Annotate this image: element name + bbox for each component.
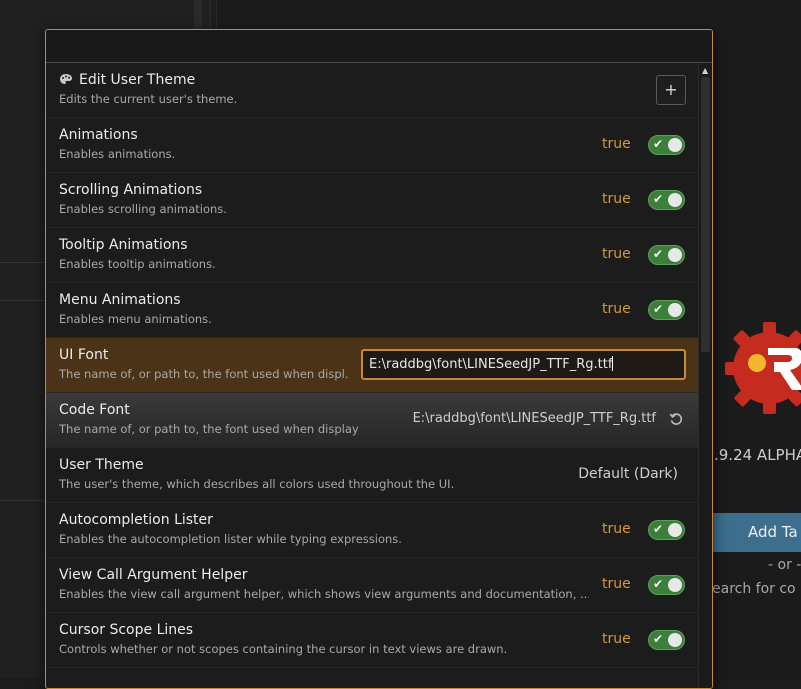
menu-animations-toggle[interactable]: ✔ xyxy=(648,300,685,320)
toggle-knob xyxy=(668,523,682,537)
setting-description: The name of, or path to, the font used w… xyxy=(59,367,349,381)
check-icon: ✔ xyxy=(653,247,664,261)
setting-title: Tooltip Animations xyxy=(59,237,188,253)
setting-title: UI Font xyxy=(59,347,109,363)
ui-font-input[interactable]: E:\raddbg\font\LINESeedJP_TTF_Rg.ttf xyxy=(361,349,686,380)
settings-scrollbar[interactable]: ▲ xyxy=(698,63,712,688)
setting-row-edit-user-theme[interactable]: Edit User Theme Edits the current user's… xyxy=(46,63,698,118)
setting-description: Controls whether or not scopes containin… xyxy=(59,642,508,656)
scrollbar-thumb[interactable] xyxy=(701,77,710,352)
check-icon: ✔ xyxy=(653,137,664,151)
setting-description: Enables the view call argument helper, w… xyxy=(59,587,589,601)
toggle-knob xyxy=(668,248,682,262)
settings-search-input[interactable] xyxy=(46,30,712,63)
left-panel-divider xyxy=(0,262,46,263)
left-panel-divider xyxy=(0,500,46,501)
add-theme-button[interactable]: + xyxy=(656,75,686,105)
raddbg-logo-icon xyxy=(725,322,801,414)
toggle-knob xyxy=(668,193,682,207)
setting-title: Edit User Theme xyxy=(59,72,195,88)
toggle-knob xyxy=(668,633,682,647)
text-caret xyxy=(612,356,614,371)
toggle-knob xyxy=(668,138,682,152)
left-panel-divider xyxy=(0,300,46,301)
setting-value-label: true xyxy=(602,521,631,537)
setting-row-animations[interactable]: Animations Enables animations. true ✔ xyxy=(46,118,698,173)
add-target-button[interactable]: Add Ta xyxy=(712,513,801,552)
setting-description: Edits the current user's theme. xyxy=(59,92,238,106)
setting-value-label: true xyxy=(602,631,631,647)
toggle-knob xyxy=(668,303,682,317)
setting-title: Autocompletion Lister xyxy=(59,512,213,528)
setting-description: The name of, or path to, the font used w… xyxy=(59,422,359,436)
reset-icon[interactable] xyxy=(669,412,683,426)
setting-value-label: true xyxy=(602,246,631,262)
user-theme-value[interactable]: Default (Dark) xyxy=(578,466,678,482)
setting-row-tooltip-animations[interactable]: Tooltip Animations Enables tooltip anima… xyxy=(46,228,698,283)
setting-description: Enables menu animations. xyxy=(59,312,212,326)
cursor-scope-lines-toggle[interactable]: ✔ xyxy=(648,630,685,650)
tooltip-animations-toggle[interactable]: ✔ xyxy=(648,245,685,265)
setting-value-label: true xyxy=(602,136,631,152)
version-label: .9.24 ALPHA xyxy=(714,446,801,464)
toggle-knob xyxy=(668,578,682,592)
scroll-up-arrow-icon[interactable]: ▲ xyxy=(702,66,708,75)
setting-title: Code Font xyxy=(59,402,130,418)
check-icon: ✔ xyxy=(653,302,664,316)
setting-row-ui-font[interactable]: UI Font The name of, or path to, the fon… xyxy=(46,338,698,393)
autocompletion-lister-toggle[interactable]: ✔ xyxy=(648,520,685,540)
setting-row-cursor-scope-lines[interactable]: Cursor Scope Lines Controls whether or n… xyxy=(46,613,698,668)
setting-row-view-call-argument-helper[interactable]: View Call Argument Helper Enables the vi… xyxy=(46,558,698,613)
animations-toggle[interactable]: ✔ xyxy=(648,135,685,155)
setting-row-code-font[interactable]: Code Font The name of, or path to, the f… xyxy=(46,393,698,448)
left-panel-scroll-strip xyxy=(194,0,202,30)
setting-value-label: true xyxy=(602,301,631,317)
setting-description: Enables scrolling animations. xyxy=(59,202,227,216)
code-font-value[interactable]: E:\raddbg\font\LINESeedJP_TTF_Rg.ttf xyxy=(413,411,656,426)
setting-row-scrolling-animations[interactable]: Scrolling Animations Enables scrolling a… xyxy=(46,173,698,228)
view-call-argument-helper-toggle[interactable]: ✔ xyxy=(648,575,685,595)
setting-description: Enables animations. xyxy=(59,147,176,161)
check-icon: ✔ xyxy=(653,192,664,206)
setting-row-menu-animations[interactable]: Menu Animations Enables menu animations.… xyxy=(46,283,698,338)
ui-font-input-value: E:\raddbg\font\LINESeedJP_TTF_Rg.ttf xyxy=(369,357,613,372)
setting-title: User Theme xyxy=(59,457,144,473)
or-separator-label: - or - xyxy=(768,557,801,573)
scrolling-animations-toggle[interactable]: ✔ xyxy=(648,190,685,210)
setting-title-text: Edit User Theme xyxy=(79,72,196,88)
check-icon: ✔ xyxy=(653,522,664,536)
palette-icon xyxy=(60,74,72,84)
setting-row-autocompletion-lister[interactable]: Autocompletion Lister Enables the autoco… xyxy=(46,503,698,558)
search-for-label: earch for co xyxy=(712,581,796,597)
setting-row-user-theme[interactable]: User Theme The user's theme, which descr… xyxy=(46,448,698,503)
setting-title: Scrolling Animations xyxy=(59,182,203,198)
setting-description: Enables the autocompletion lister while … xyxy=(59,532,402,546)
check-icon: ✔ xyxy=(653,577,664,591)
setting-value-label: true xyxy=(602,191,631,207)
setting-description: The user's theme, which describes all co… xyxy=(59,477,455,491)
settings-popup: Edit User Theme Edits the current user's… xyxy=(45,29,713,689)
setting-description: Enables tooltip animations. xyxy=(59,257,216,271)
setting-title: View Call Argument Helper xyxy=(59,567,248,583)
setting-title: Menu Animations xyxy=(59,292,181,308)
setting-title: Animations xyxy=(59,127,138,143)
check-icon: ✔ xyxy=(653,632,664,646)
setting-title: Cursor Scope Lines xyxy=(59,622,194,638)
setting-value-label: true xyxy=(602,576,631,592)
